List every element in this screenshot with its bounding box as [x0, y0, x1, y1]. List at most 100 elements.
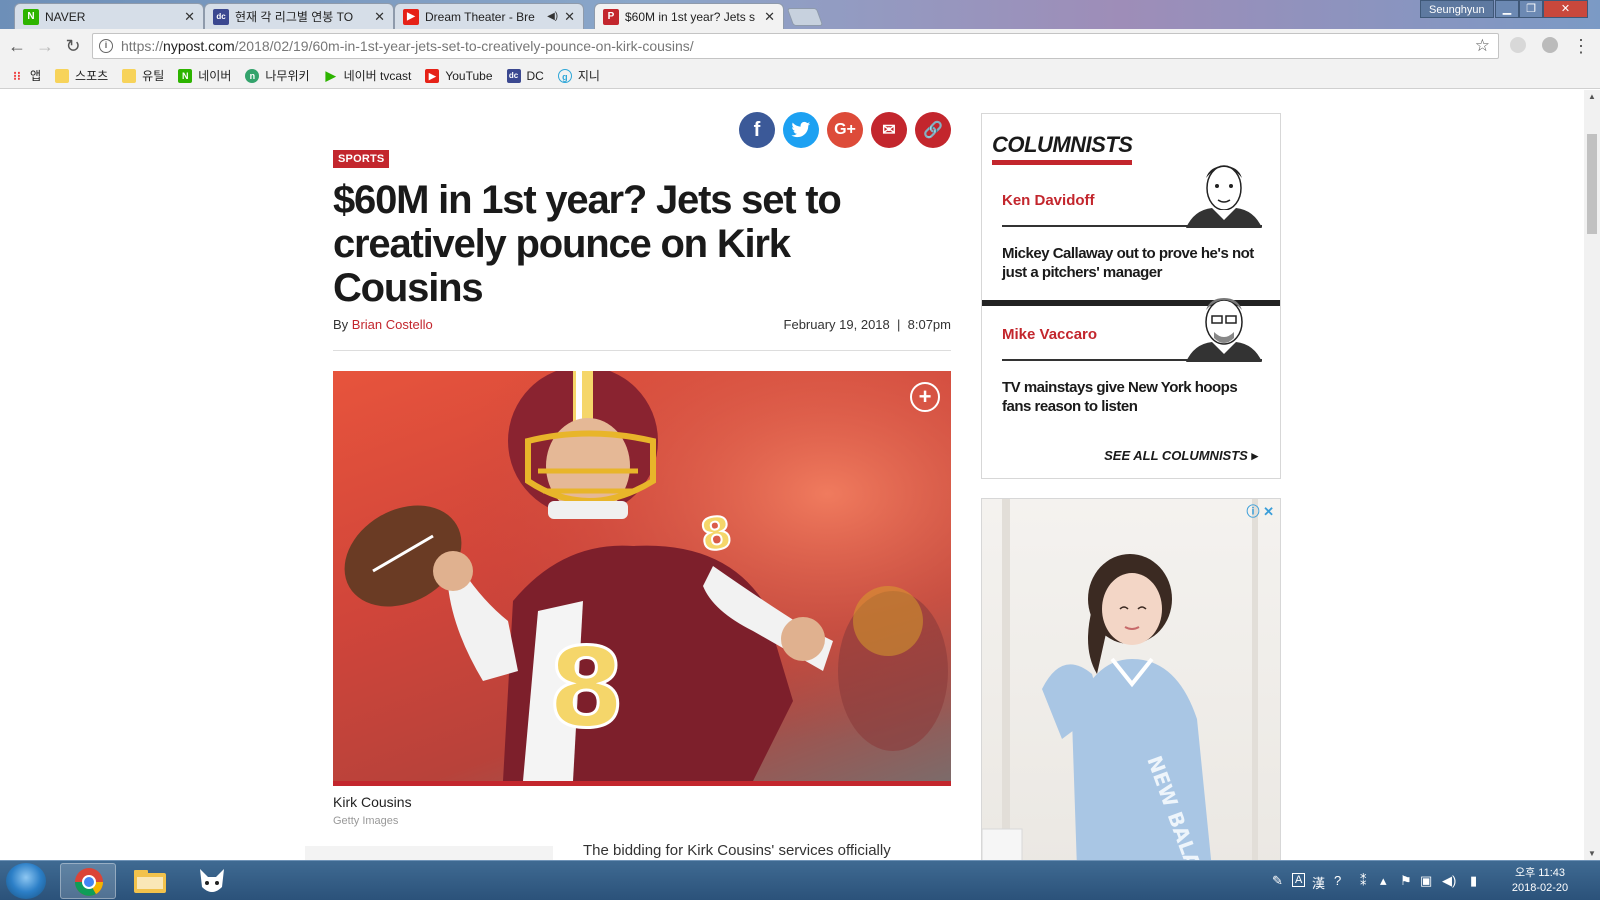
bookmark-sports[interactable]: 스포츠 — [55, 67, 108, 84]
site-info-icon[interactable]: i — [99, 39, 113, 53]
chrome-icon — [75, 868, 103, 896]
address-bar[interactable]: i https://nypost.com/2018/02/19/60m-in-1… — [92, 33, 1499, 59]
close-icon[interactable]: ✕ — [564, 9, 575, 25]
menu-icon[interactable]: ⋮ — [1570, 35, 1592, 57]
taskbar-app[interactable] — [184, 863, 240, 899]
bookmark-star-icon[interactable]: ☆ — [1475, 36, 1490, 56]
tab-nypost[interactable]: P $60M in 1st year? Jets s ✕ — [594, 3, 784, 29]
browser-toolbar: ← → ↻ i https://nypost.com/2018/02/19/60… — [0, 29, 1600, 63]
sidebar-placeholder — [305, 846, 553, 860]
columnist-story-link[interactable]: TV mainstays give New York hoops fans re… — [1002, 378, 1267, 416]
dc-icon: dc — [213, 8, 229, 25]
help-icon[interactable]: ? — [1334, 873, 1341, 888]
profile-button[interactable]: Seunghyun — [1420, 0, 1494, 18]
restore-button[interactable]: ❐ — [1519, 0, 1543, 18]
photo-accent-bar — [333, 781, 951, 786]
publish-time: 8:07pm — [907, 317, 951, 332]
extension-icon[interactable] — [1542, 37, 1558, 53]
columnist-underline — [1002, 359, 1262, 361]
svg-text:8: 8 — [548, 624, 625, 752]
taskbar-chrome[interactable] — [60, 863, 116, 899]
publish-date: February 19, 2018 — [783, 317, 890, 332]
see-all-columnists-link[interactable]: SEE ALL COLUMNISTS ▸ — [1104, 448, 1258, 464]
system-clock[interactable]: 오후 11:43 2018-02-20 — [1505, 866, 1575, 896]
bookmark-naver[interactable]: N 네이버 — [178, 67, 231, 84]
category-tag[interactable]: SPORTS — [333, 150, 390, 168]
apps-grid-icon: ⁝⁝ — [13, 68, 21, 83]
date-separator: | — [897, 317, 901, 332]
youtube-icon: ▶ — [425, 68, 440, 83]
columnists-module: COLUMNISTS Ken Davidoff Mickey Callaway … — [981, 113, 1281, 479]
expand-photo-icon[interactable]: + — [910, 382, 940, 412]
photo-credit: Getty Images — [333, 815, 399, 827]
taskbar-explorer[interactable] — [122, 863, 178, 899]
bookmark-namuwiki[interactable]: n 나무위키 — [245, 67, 310, 84]
hanja-icon[interactable]: 漢 — [1312, 873, 1325, 892]
ime-mode-icon[interactable]: A — [1292, 873, 1306, 887]
tray-pen-icon[interactable]: ✎ — [1272, 873, 1283, 889]
start-button[interactable] — [6, 863, 46, 899]
close-icon[interactable]: ✕ — [184, 9, 195, 25]
scrollbar-thumb[interactable] — [1587, 134, 1597, 234]
reload-button[interactable]: ↻ — [62, 35, 84, 57]
google-plus-icon[interactable]: G+ — [827, 112, 863, 148]
minimize-button[interactable]: ▁ — [1495, 0, 1519, 18]
columnist-name-link[interactable]: Mike Vaccaro — [1002, 326, 1097, 343]
bookmark-dc[interactable]: dc DC — [506, 68, 544, 83]
see-all-label: SEE ALL COLUMNISTS — [1104, 448, 1248, 463]
scroll-down-icon[interactable]: ▼ — [1588, 849, 1596, 858]
url-prefix: https:// — [121, 38, 164, 54]
dateline: February 19, 2018 | 8:07pm — [770, 317, 951, 332]
twitter-icon[interactable] — [783, 112, 819, 148]
hero-photo[interactable]: 8 8 — [333, 371, 951, 781]
bookmark-apps[interactable]: ⁝⁝ 앱 — [10, 67, 41, 84]
bookmarks-bar: ⁝⁝ 앱 스포츠 유틸 N 네이버 n 나무위키 ▶ 네이버 tvcast ▶ YouTu… — [0, 63, 1600, 89]
tvcast-icon: ▶ — [325, 67, 336, 83]
tray-menu-icon[interactable]: ⁑ — [1360, 873, 1367, 889]
window-close-button[interactable]: ✕ — [1543, 0, 1588, 18]
back-button[interactable]: ← — [6, 35, 28, 57]
divider — [333, 350, 951, 351]
columnist-underline — [1002, 225, 1262, 227]
speaker-icon[interactable]: ◀) — [547, 11, 558, 22]
bookmark-tvcast[interactable]: ▶ 네이버 tvcast — [324, 67, 412, 84]
byline: By Brian Costello — [333, 317, 433, 332]
tab-youtube[interactable]: ▶ Dream Theater - Bre ◀) ✕ — [394, 3, 584, 29]
naver-icon: N — [23, 8, 39, 25]
author-link[interactable]: Brian Costello — [352, 317, 433, 332]
clock-time: 오후 11:43 — [1514, 867, 1565, 879]
folder-icon — [134, 870, 166, 893]
show-hidden-icons[interactable]: ▴ — [1380, 873, 1387, 889]
action-center-flag-icon[interactable]: ⚑ — [1400, 873, 1412, 889]
page-scrollbar[interactable]: ▲ ▼ — [1584, 90, 1600, 860]
windows-taskbar: ✎ A 漢 ? ⁑ ▴ ⚑ ▣ ◀) ▮ 오후 11:43 2018-02-20 — [0, 860, 1600, 900]
extension-icon[interactable] — [1510, 37, 1526, 53]
bookmark-util[interactable]: 유틸 — [122, 67, 164, 84]
url-domain: nypost.com — [163, 38, 235, 54]
link-icon[interactable]: 🔗 — [915, 112, 951, 148]
network-signal-icon[interactable]: ▮ — [1470, 873, 1477, 889]
advertisement[interactable]: ⓘ ✕ NEW BALANCE — [981, 498, 1281, 860]
folder-icon — [55, 68, 70, 83]
close-icon[interactable]: ✕ — [374, 9, 385, 25]
columnist-portrait — [1186, 298, 1262, 362]
columnists-title: COLUMNISTS — [992, 132, 1133, 165]
tab-dc[interactable]: dc 현재 각 리그별 연봉 TO ✕ — [204, 3, 394, 29]
close-icon[interactable]: ✕ — [764, 9, 775, 25]
genie-icon: g — [557, 68, 572, 83]
device-icon[interactable]: ▣ — [1420, 873, 1432, 889]
new-tab-button[interactable] — [786, 8, 824, 26]
scroll-up-icon[interactable]: ▲ — [1588, 92, 1596, 101]
columnist-name-link[interactable]: Ken Davidoff — [1002, 192, 1095, 209]
email-icon[interactable]: ✉ — [871, 112, 907, 148]
article-body: The bidding for Kirk Cousins' services o… — [583, 842, 891, 859]
fox-mask-icon — [200, 869, 224, 892]
volume-icon[interactable]: ◀) — [1442, 873, 1456, 889]
facebook-icon[interactable]: f — [739, 112, 775, 148]
columnist-story-link[interactable]: Mickey Callaway out to prove he's not ju… — [1002, 244, 1267, 282]
forward-button[interactable]: → — [34, 35, 56, 57]
tab-naver[interactable]: N NAVER ✕ — [14, 3, 204, 29]
ad-choices-icon[interactable]: ⓘ ✕ — [1246, 501, 1274, 520]
bookmark-genie[interactable]: g 지니 — [557, 67, 600, 84]
bookmark-youtube[interactable]: ▶ YouTube — [425, 68, 493, 83]
